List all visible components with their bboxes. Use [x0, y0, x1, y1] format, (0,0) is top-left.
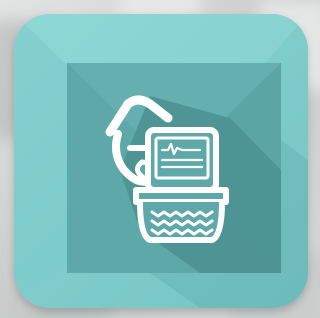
app-icon[interactable]: [0, 0, 320, 318]
